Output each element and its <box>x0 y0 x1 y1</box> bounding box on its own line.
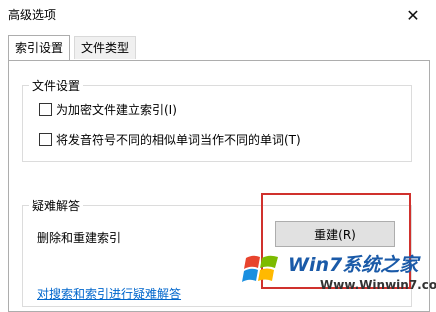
encrypted-files-label: 为加密文件建立索引(I) <box>56 103 177 117</box>
diacritics-label: 将发音符号不同的相似单词当作不同的单词(T) <box>56 133 301 147</box>
rebuild-index-description: 删除和重建索引 <box>37 231 122 245</box>
window-title: 高级选项 <box>8 8 57 22</box>
file-settings-group: 文件设置 为加密文件建立索引(I) 将发音符号不同的相似单词当作不同的单词(T) <box>22 77 412 162</box>
title-bar: 高级选项 ✕ <box>0 0 436 30</box>
close-icon[interactable]: ✕ <box>390 0 436 30</box>
watermark-brand: Win7系统之家 <box>288 254 419 276</box>
tab-strip: 索引设置 文件类型 <box>8 35 428 60</box>
tab-file-types[interactable]: 文件类型 <box>74 36 137 59</box>
troubleshoot-help-link[interactable]: 对搜索和索引进行疑难解答 <box>37 285 181 302</box>
diacritics-checkbox[interactable] <box>39 133 52 146</box>
troubleshooting-legend: 疑难解答 <box>29 197 84 214</box>
encrypted-files-checkbox[interactable] <box>39 103 52 116</box>
tab-index-settings[interactable]: 索引设置 <box>8 35 71 60</box>
diacritics-option[interactable]: 将发音符号不同的相似单词当作不同的单词(T) <box>39 131 301 148</box>
file-settings-legend: 文件设置 <box>29 77 84 94</box>
watermark: Win7系统之家 Www.Winwin7.com <box>240 246 436 300</box>
watermark-url: Www.Winwin7.com <box>320 278 436 292</box>
windows-logo-icon <box>242 255 278 282</box>
encrypted-files-option[interactable]: 为加密文件建立索引(I) <box>39 101 177 118</box>
